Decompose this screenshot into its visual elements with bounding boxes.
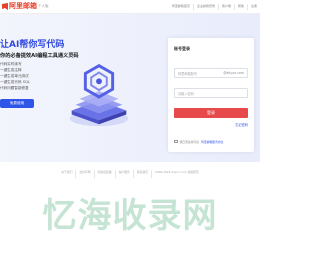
- logo-subtitle: 个人版: [38, 4, 49, 8]
- footer-link-service[interactable]: 客户服务: [114, 170, 133, 178]
- login-card-title: 账号登录: [174, 46, 190, 51]
- nav-item-enterprise-login[interactable]: 企业邮箱登录: [192, 4, 218, 10]
- forgot-password-link[interactable]: 忘记密码: [235, 122, 248, 127]
- agreement-checkbox[interactable]: [174, 139, 178, 144]
- password-field[interactable]: 请输入密码: [174, 88, 248, 98]
- logo-text[interactable]: 阿里邮箱: [9, 2, 37, 11]
- agreement-row: 我已阅读并同意 阿里邮箱服务协议: [174, 139, 223, 144]
- hero-title: 让AI帮你写代码: [0, 40, 65, 50]
- nav-item-home[interactable]: 阿里邮箱首页: [169, 4, 193, 10]
- hero-banner: 让AI帮你写代码 你的必备提效AI编程工具通义灵码 代码实时续写 一键生成注释 …: [0, 14, 260, 162]
- footer-link-legal[interactable]: 法律声明: [75, 170, 93, 178]
- feature-item: 一键生成注释: [0, 68, 22, 72]
- footer-link-about[interactable]: 关于我们: [58, 170, 75, 178]
- footer-copyright: 2009-2024 Aliyun.com 版权所有: [151, 170, 202, 178]
- nav-item-client[interactable]: 客户端: [217, 4, 234, 10]
- agreement-link[interactable]: 阿里邮箱服务协议: [201, 140, 223, 144]
- username-placeholder: 阿里邮箱账号: [178, 72, 198, 76]
- top-bar: 阿里邮箱 个人版 阿里邮箱首页 企业邮箱登录 客户端 帮助 注册: [0, 0, 260, 14]
- footer: 关于我们 法律声明 隐私权政策 客户服务 联系我们 2009-2024 Aliy…: [0, 170, 260, 178]
- nav-item-register[interactable]: 注册: [246, 4, 260, 10]
- feature-item: 代码问题智能修复: [0, 86, 29, 90]
- nav-item-help[interactable]: 帮助: [233, 4, 247, 10]
- footer-link-privacy[interactable]: 隐私权政策: [93, 170, 115, 178]
- top-nav: 阿里邮箱首页 企业邮箱登录 客户端 帮助 注册: [169, 4, 260, 10]
- footer-link-contact[interactable]: 联系我们: [132, 170, 151, 178]
- username-domain-suffix: @aliyun.com: [223, 71, 244, 75]
- feature-item: 一键生成代码 SQL: [0, 80, 30, 84]
- agreement-text: 我已阅读并同意: [179, 139, 200, 144]
- free-use-button[interactable]: 免费使用: [0, 99, 34, 108]
- tongyi-lingma-illustration: [69, 64, 129, 127]
- feature-item: 一键生成单元测试: [0, 74, 29, 78]
- site-watermark: 忆海收录网: [42, 196, 218, 236]
- username-field[interactable]: 阿里邮箱账号 @aliyun.com: [174, 68, 248, 78]
- aliyun-mail-logo-icon: [2, 3, 8, 10]
- password-placeholder: 请输入密码: [178, 92, 194, 96]
- feature-item: 代码实时续写: [0, 62, 22, 66]
- login-card: 账号登录 阿里邮箱账号 @aliyun.com 请输入密码 登录 忘记密码 我已…: [168, 38, 254, 152]
- login-button[interactable]: 登录: [174, 108, 248, 118]
